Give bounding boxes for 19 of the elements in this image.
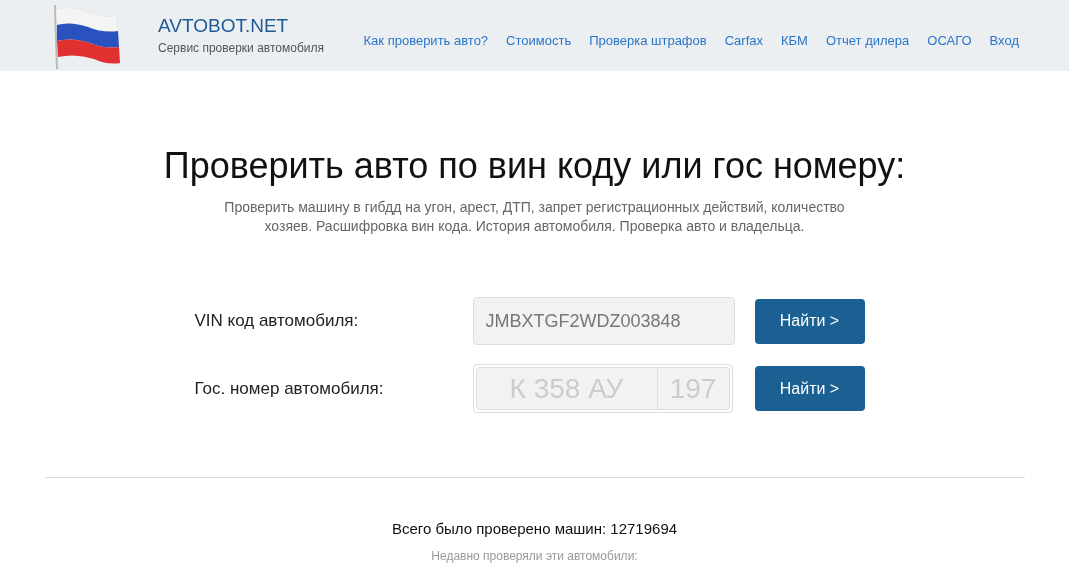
field-label: Гос. номер автомобиля:	[194, 377, 385, 400]
site-tagline: Сервис проверки автомобиля	[158, 40, 324, 58]
nav-link[interactable]: КБМ	[781, 30, 808, 51]
search-button[interactable]: Найти >	[754, 298, 865, 344]
nav-link[interactable]: ОСАГО	[927, 30, 972, 51]
checked-count: Всего было проверено машин: 12719694	[391, 519, 678, 539]
search-button[interactable]: Найти >	[754, 366, 865, 411]
nav-link[interactable]: Carfax	[724, 30, 763, 51]
site-logo[interactable]: AVTOBOT.NET	[158, 13, 324, 38]
nav-link[interactable]: Как проверить авто?	[363, 30, 489, 51]
nav-link[interactable]: Стоимость	[506, 30, 572, 51]
recent-caption: Недавно проверяли эти автомобили:	[431, 547, 638, 565]
nav-link[interactable]: Проверка штрафов	[589, 30, 707, 51]
field-label: VIN код автомобиля:	[194, 310, 360, 333]
vin-input[interactable]: JMBXTGF2WDZ003848	[472, 297, 735, 345]
nav-link[interactable]: Вход	[989, 30, 1019, 51]
nav-link[interactable]: Отчет дилера	[825, 30, 910, 51]
page-heading: Проверить авто по вин коду или гос номеру:	[163, 144, 906, 188]
page-description: Проверить машину в гибдд на угон, арест, ДТП, запрет регистрационных действий, количество хозяев. Расшифровка вин кода. История автомобиля. Проверка авто и владельца.	[223, 198, 846, 236]
